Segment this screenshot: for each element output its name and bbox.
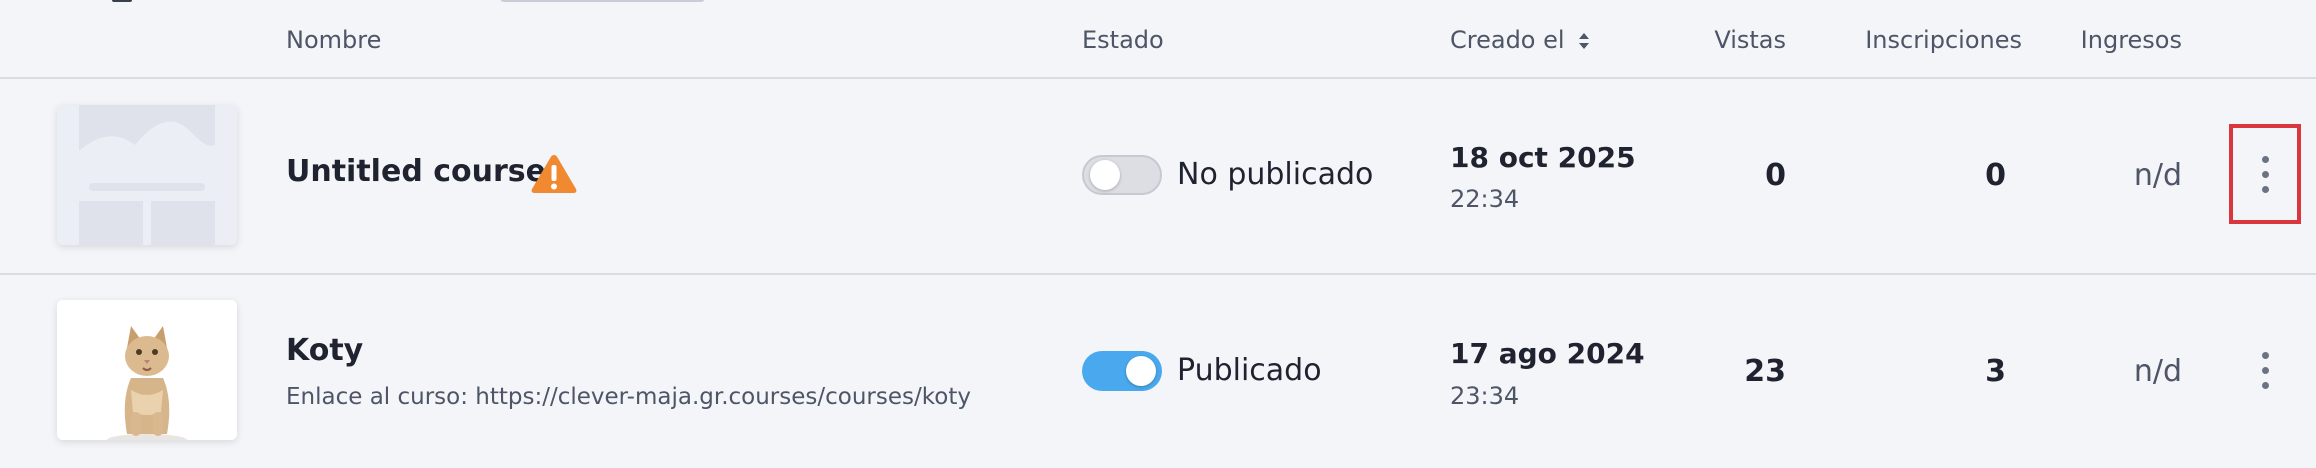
publish-toggle[interactable] — [1082, 351, 1162, 391]
kitten-photo — [57, 300, 237, 440]
sort-icon[interactable] — [1578, 30, 1590, 52]
created-time: 22:34 — [1450, 185, 1520, 213]
status-label: Publicado — [1177, 353, 1322, 388]
created-date: 18 oct 2025 — [1450, 141, 1636, 174]
row-actions-menu-button[interactable] — [2229, 124, 2301, 224]
toggle-knob — [1126, 356, 1156, 386]
created-time: 23:34 — [1450, 382, 1520, 410]
column-header-created-label[interactable]: Creado el — [1450, 26, 1565, 54]
kebab-dot — [2261, 351, 2269, 359]
course-title[interactable]: Untitled course — [286, 154, 546, 189]
course-link[interactable]: Enlace al curso: https://clever-maja.gr.… — [286, 384, 971, 410]
kebab-dot — [2261, 170, 2269, 178]
row-actions-menu-button[interactable] — [2229, 320, 2301, 420]
table-header: Nombre Estado Creado el Vistas Inscripci… — [0, 0, 2316, 79]
enrollments-count: 3 — [1985, 354, 2006, 389]
table-row[interactable]: Untitled course No publicado 18 oct 2025… — [0, 79, 2316, 275]
table-row[interactable]: Koty Enlace al curso: https://clever-maj… — [0, 276, 2316, 468]
placeholder-image-icon — [57, 105, 237, 245]
column-header-status[interactable]: Estado — [1082, 26, 1164, 54]
toggle-knob — [1090, 160, 1120, 190]
column-header-enrollments[interactable]: Inscripciones — [1840, 26, 2022, 54]
revenue-value: n/d — [2133, 158, 2182, 193]
course-thumbnail[interactable] — [57, 300, 237, 440]
views-count: 23 — [1744, 354, 1786, 389]
kebab-dot — [2261, 155, 2269, 163]
column-header-created[interactable]: Creado el — [1450, 26, 1590, 54]
column-header-revenue[interactable]: Ingresos — [2070, 26, 2182, 54]
revenue-value: n/d — [2133, 354, 2182, 389]
kebab-dot — [2261, 185, 2269, 193]
course-title[interactable]: Koty — [286, 333, 363, 368]
column-header-name[interactable]: Nombre — [286, 26, 381, 54]
kebab-dot — [2261, 381, 2269, 389]
status-label: No publicado — [1177, 157, 1374, 192]
column-header-views[interactable]: Vistas — [1680, 26, 1786, 54]
warning-icon — [531, 155, 577, 193]
kebab-dot — [2261, 366, 2269, 374]
course-thumbnail[interactable] — [57, 105, 237, 245]
created-date: 17 ago 2024 — [1450, 337, 1645, 370]
views-count: 0 — [1765, 158, 1786, 193]
publish-toggle[interactable] — [1082, 155, 1162, 195]
enrollments-count: 0 — [1985, 158, 2006, 193]
